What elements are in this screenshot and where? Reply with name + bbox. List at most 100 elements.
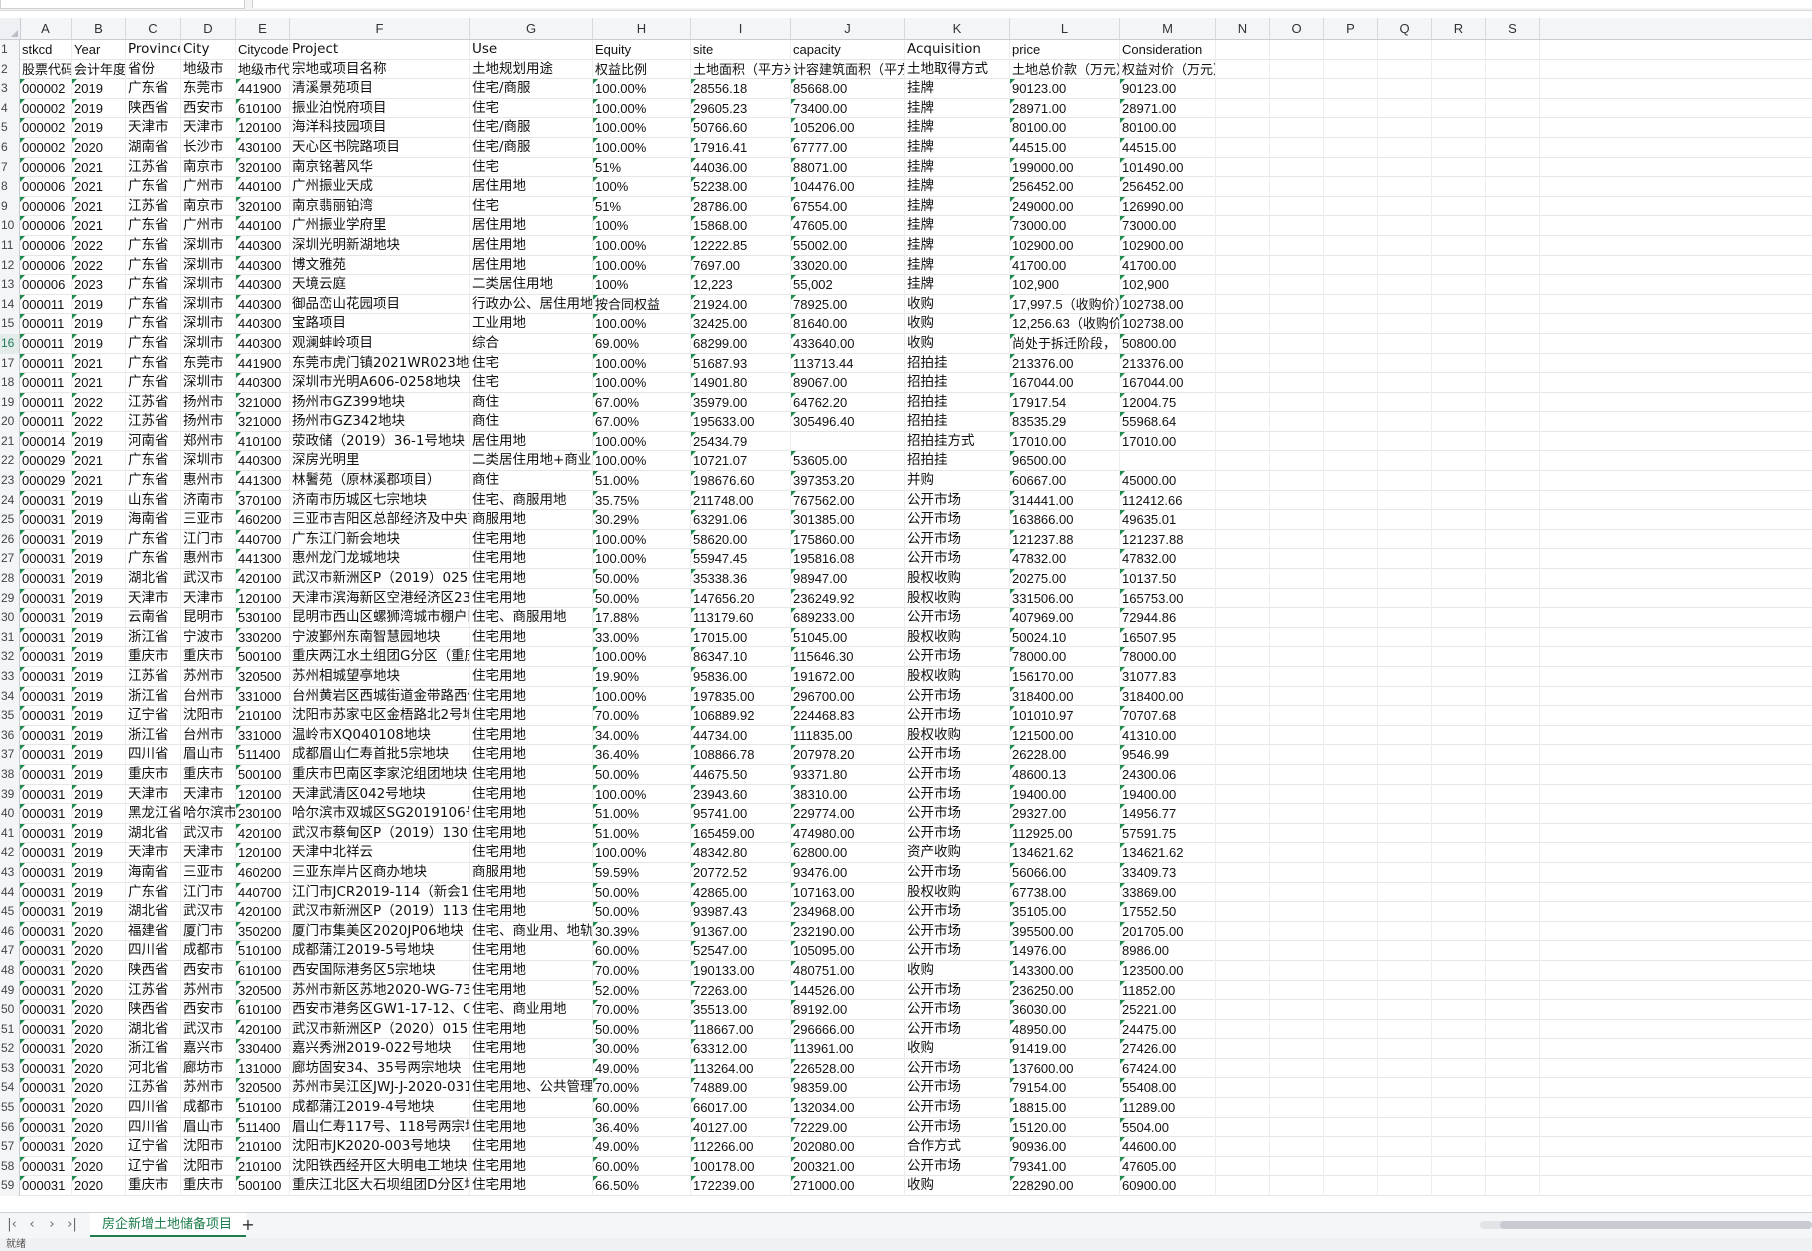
- cell-a38[interactable]: 000031: [20, 764, 72, 785]
- cell-o19[interactable]: [1270, 392, 1324, 413]
- cell-k24[interactable]: 公开市场: [905, 490, 1010, 511]
- cell-n34[interactable]: [1216, 686, 1270, 707]
- cell-i12[interactable]: 7697.00: [691, 255, 791, 276]
- cell-c24[interactable]: 山东省: [126, 490, 181, 511]
- cell-c26[interactable]: 广东省: [126, 529, 181, 550]
- cell-d3[interactable]: 东莞市: [181, 79, 236, 99]
- cell-k27[interactable]: 公开市场: [905, 549, 1010, 570]
- cell-p36[interactable]: [1324, 725, 1378, 746]
- cell-s55[interactable]: [1486, 1098, 1540, 1118]
- cell-p24[interactable]: [1324, 490, 1378, 511]
- cell-f33[interactable]: 苏州相城望亭地块: [290, 667, 470, 687]
- cell-p20[interactable]: [1324, 412, 1378, 432]
- cell-g39[interactable]: 住宅用地: [470, 784, 593, 805]
- cell-l47[interactable]: 14976.00: [1010, 941, 1120, 961]
- cell-c50[interactable]: 陕西省: [126, 1000, 181, 1020]
- cell-r6[interactable]: [1432, 137, 1486, 158]
- cell-c20[interactable]: 江苏省: [126, 412, 181, 432]
- cell-n56[interactable]: [1216, 1117, 1270, 1138]
- cell-s38[interactable]: [1486, 764, 1540, 785]
- cell-r55[interactable]: [1432, 1098, 1486, 1118]
- cell-j4[interactable]: 73400.00: [791, 98, 905, 119]
- cell-b54[interactable]: 2020: [72, 1078, 126, 1099]
- cell-a50[interactable]: 000031: [20, 1000, 72, 1020]
- cell-b8[interactable]: 2021: [72, 177, 126, 197]
- cell-p18[interactable]: [1324, 373, 1378, 393]
- cell-k32[interactable]: 公开市场: [905, 647, 1010, 667]
- cell-o6[interactable]: [1270, 137, 1324, 158]
- cell-l50[interactable]: 36030.00: [1010, 1000, 1120, 1020]
- cell-a19[interactable]: 000011: [20, 392, 72, 413]
- cell-l34[interactable]: 318400.00: [1010, 686, 1120, 707]
- cell-j15[interactable]: 81640.00: [791, 314, 905, 334]
- cell-c46[interactable]: 福建省: [126, 921, 181, 942]
- column-header-k[interactable]: K: [905, 18, 1010, 39]
- cell-r42[interactable]: [1432, 843, 1486, 863]
- cell-e47[interactable]: 510100: [236, 941, 290, 961]
- cell-g53[interactable]: 住宅用地: [470, 1058, 593, 1079]
- cell-d55[interactable]: 成都市: [181, 1098, 236, 1118]
- cell-d28[interactable]: 武汉市: [181, 569, 236, 589]
- cell-j22[interactable]: 53605.00: [791, 451, 905, 472]
- cell-b11[interactable]: 2022: [72, 235, 126, 256]
- cell-g47[interactable]: 住宅用地: [470, 941, 593, 961]
- cell-l23[interactable]: 60667.00: [1010, 471, 1120, 491]
- cell-l35[interactable]: 101010.97: [1010, 706, 1120, 726]
- cell-n4[interactable]: [1216, 98, 1270, 119]
- cell-n47[interactable]: [1216, 941, 1270, 961]
- cell-h39[interactable]: 100.00%: [593, 784, 691, 805]
- cell-h10[interactable]: 100%: [593, 216, 691, 236]
- cell-i24[interactable]: 211748.00: [691, 490, 791, 511]
- cell-f7[interactable]: 南京铭著风华: [290, 157, 470, 178]
- cell-m31[interactable]: 16507.95: [1120, 627, 1216, 648]
- cell-k10[interactable]: 挂牌: [905, 216, 1010, 236]
- row-header[interactable]: 30: [0, 608, 20, 628]
- cell-c53[interactable]: 河北省: [126, 1058, 181, 1079]
- cell-e7[interactable]: 320100: [236, 157, 290, 178]
- cell-n57[interactable]: [1216, 1137, 1270, 1157]
- cell-c14[interactable]: 广东省: [126, 294, 181, 315]
- cell-a26[interactable]: 000031: [20, 529, 72, 550]
- cell-j30[interactable]: 689233.00: [791, 608, 905, 628]
- cell-f32[interactable]: 重庆两江水土组团G分区（重庆）: [290, 647, 470, 667]
- cell-i25[interactable]: 63291.06: [691, 510, 791, 530]
- row-header[interactable]: 56: [0, 1117, 20, 1138]
- cell-f6[interactable]: 天心区书院路项目: [290, 137, 470, 158]
- cell-h6[interactable]: 100.00%: [593, 137, 691, 158]
- cell-n2[interactable]: [1216, 59, 1270, 80]
- cell-n8[interactable]: [1216, 177, 1270, 197]
- cell-s23[interactable]: [1486, 471, 1540, 491]
- cell-p59[interactable]: [1324, 1176, 1378, 1197]
- cell-q37[interactable]: [1378, 745, 1432, 765]
- cell-o14[interactable]: [1270, 294, 1324, 315]
- cell-o35[interactable]: [1270, 706, 1324, 726]
- cell-s13[interactable]: [1486, 275, 1540, 295]
- cell-c23[interactable]: 广东省: [126, 471, 181, 491]
- row-header[interactable]: 18: [0, 373, 20, 393]
- cell-e49[interactable]: 320500: [236, 980, 290, 1001]
- cell-i14[interactable]: 21924.00: [691, 294, 791, 315]
- cell-m20[interactable]: 55968.64: [1120, 412, 1216, 432]
- cell-j47[interactable]: 105095.00: [791, 941, 905, 961]
- cell-q56[interactable]: [1378, 1117, 1432, 1138]
- cell-o27[interactable]: [1270, 549, 1324, 570]
- cell-c44[interactable]: 广东省: [126, 882, 181, 903]
- cell-c19[interactable]: 江苏省: [126, 392, 181, 413]
- cell-h21[interactable]: 100.00%: [593, 431, 691, 452]
- cell-j21[interactable]: [791, 431, 905, 452]
- cell-m26[interactable]: 121237.88: [1120, 529, 1216, 550]
- cell-b38[interactable]: 2019: [72, 764, 126, 785]
- cell-o34[interactable]: [1270, 686, 1324, 707]
- cell-m22[interactable]: [1120, 451, 1216, 472]
- cell-m17[interactable]: 213376.00: [1120, 353, 1216, 374]
- cell-k18[interactable]: 招拍挂: [905, 373, 1010, 393]
- cell-s34[interactable]: [1486, 686, 1540, 707]
- cell-b9[interactable]: 2021: [72, 196, 126, 217]
- cell-b45[interactable]: 2019: [72, 902, 126, 922]
- cell-r10[interactable]: [1432, 216, 1486, 236]
- cell-n23[interactable]: [1216, 471, 1270, 491]
- cell-r40[interactable]: [1432, 804, 1486, 824]
- cell-b15[interactable]: 2019: [72, 314, 126, 334]
- cell-a28[interactable]: 000031: [20, 569, 72, 589]
- cell-k8[interactable]: 挂牌: [905, 177, 1010, 197]
